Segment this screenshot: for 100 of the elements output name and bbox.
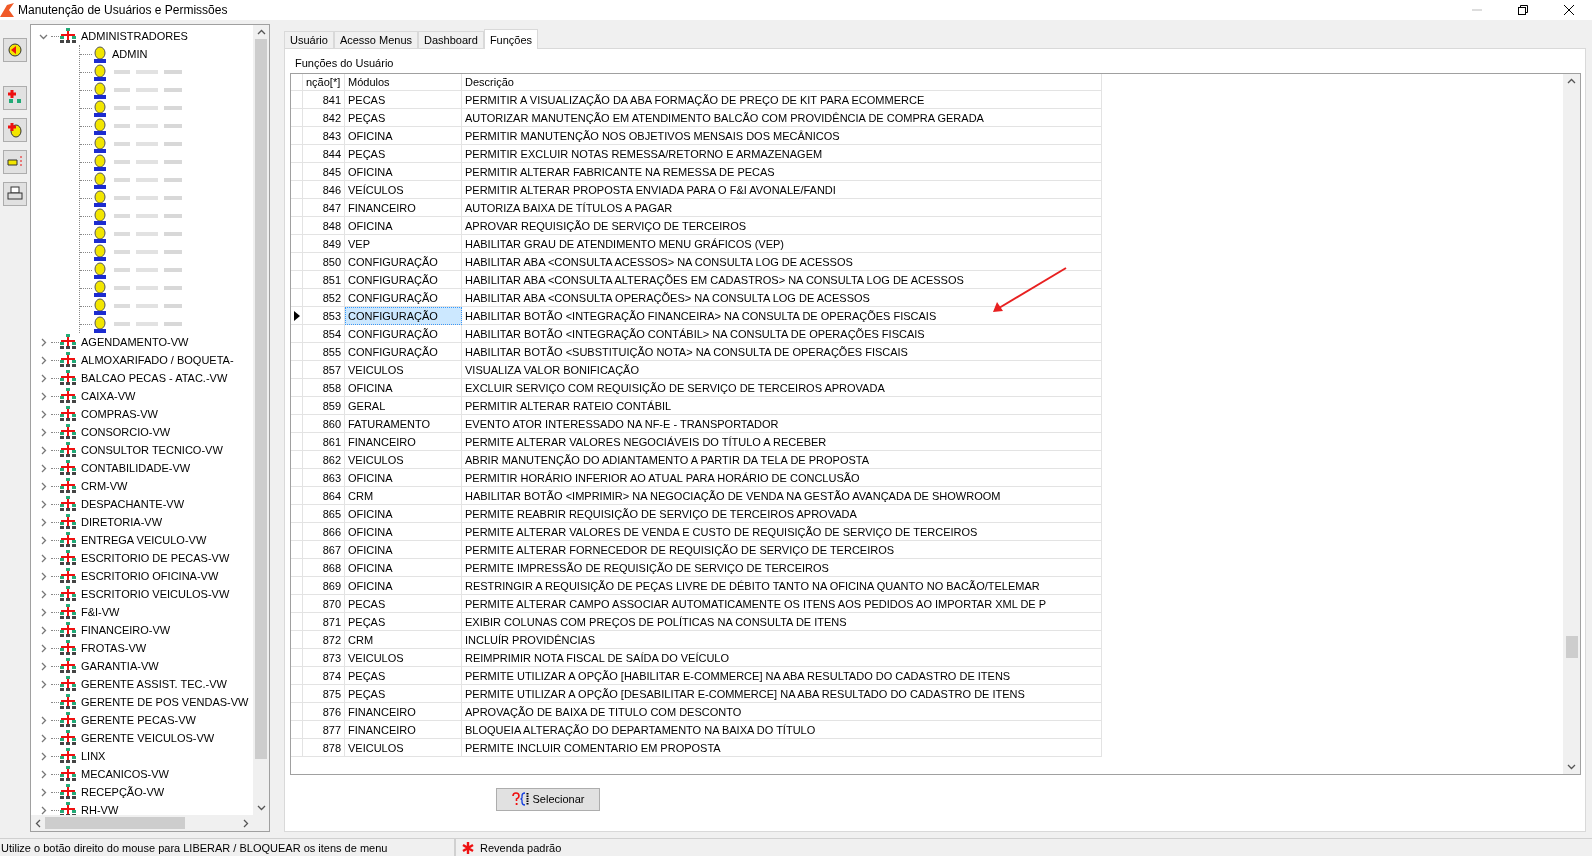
- horizontal-scrollbar[interactable]: [31, 815, 269, 831]
- table-cell: 846: [303, 181, 345, 199]
- group-name[interactable]: BALCAO PECAS - ATAC.-VW: [81, 372, 228, 384]
- table-cell[interactable]: OFICINA: [345, 505, 462, 523]
- group-name[interactable]: CAIXA-VW: [81, 390, 136, 402]
- scroll-down-icon[interactable]: [1567, 764, 1576, 770]
- table-cell[interactable]: CRM: [345, 487, 462, 505]
- table-cell[interactable]: PEÇAS: [345, 109, 462, 127]
- table-cell[interactable]: CONFIGURAÇÃO: [345, 253, 462, 271]
- table-cell[interactable]: OFICINA: [345, 577, 462, 595]
- table-cell[interactable]: OFICINA: [345, 217, 462, 235]
- group-name[interactable]: DESPACHANTE-VW: [81, 498, 185, 510]
- table-cell: 874: [303, 667, 345, 685]
- table-cell[interactable]: OFICINA: [345, 469, 462, 487]
- table-cell[interactable]: PECAS: [345, 91, 462, 109]
- group-name[interactable]: RH-VW: [81, 804, 119, 815]
- table-cell[interactable]: VEICULOS: [345, 361, 462, 379]
- group-name[interactable]: F&I-VW: [81, 606, 120, 618]
- group-name[interactable]: MECANICOS-VW: [81, 768, 169, 780]
- group-name[interactable]: ENTREGA VEICULO-VW: [81, 534, 207, 546]
- scroll-down-icon[interactable]: [256, 805, 266, 811]
- group-name[interactable]: GERENTE VEICULOS-VW: [81, 732, 215, 744]
- table-cell[interactable]: PEÇAS: [345, 145, 462, 163]
- user-tool-button[interactable]: [3, 38, 27, 62]
- print-button[interactable]: [3, 182, 27, 206]
- table-cell[interactable]: PEÇAS: [345, 667, 462, 685]
- table-cell[interactable]: VEÍCULOS: [345, 181, 462, 199]
- group-name[interactable]: ESCRITORIO OFICINA-VW: [81, 570, 219, 582]
- group-name[interactable]: GERENTE DE POS VENDAS-VW: [81, 696, 249, 708]
- scroll-up-icon[interactable]: [256, 29, 266, 35]
- group-name[interactable]: GERENTE PECAS-VW: [81, 714, 196, 726]
- table-cell[interactable]: FINANCEIRO: [345, 721, 462, 739]
- group-name[interactable]: GERENTE ASSIST. TEC.-VW: [81, 678, 227, 690]
- group-name[interactable]: CRM-VW: [81, 480, 128, 492]
- user-name[interactable]: ADMIN: [112, 48, 148, 60]
- table-cell[interactable]: OFICINA: [345, 127, 462, 145]
- group-name[interactable]: COMPRAS-VW: [81, 408, 158, 420]
- table-cell: 870: [303, 595, 345, 613]
- group-name[interactable]: CONSULTOR TECNICO-VW: [81, 444, 223, 456]
- column-header[interactable]: nção[*]: [303, 74, 345, 91]
- scroll-thumb[interactable]: [45, 817, 185, 829]
- group-name[interactable]: ESCRITORIO DE PECAS-VW: [81, 552, 230, 564]
- group-name[interactable]: ESCRITORIO VEICULOS-VW: [81, 588, 230, 600]
- select-button[interactable]: Selecionar: [496, 787, 600, 811]
- tab[interactable]: Acesso Menus: [333, 31, 419, 48]
- table-cell[interactable]: GERAL: [345, 397, 462, 415]
- scrollbar[interactable]: [253, 25, 269, 815]
- tab[interactable]: Dashboard: [418, 31, 484, 48]
- table-cell[interactable]: FINANCEIRO: [345, 433, 462, 451]
- group-name[interactable]: FROTAS-VW: [81, 642, 147, 654]
- table-cell: 858: [303, 379, 345, 397]
- table-cell[interactable]: OFICINA: [345, 163, 462, 181]
- table-cell[interactable]: VEICULOS: [345, 649, 462, 667]
- table-cell[interactable]: PECAS: [345, 595, 462, 613]
- table-cell: 876: [303, 703, 345, 721]
- table-cell[interactable]: FINANCEIRO: [345, 703, 462, 721]
- table-cell: AUTORIZAR MANUTENÇÃO EM ATENDIMENTO BALCÃO COM PROVIDÊNCIA DE COMPRA GERADA: [462, 109, 1102, 127]
- group-name[interactable]: CONTABILIDADE-VW: [81, 462, 191, 474]
- group-name[interactable]: RECEPÇÃO-VW: [81, 786, 165, 798]
- table-cell[interactable]: CONFIGURAÇÃO: [345, 343, 462, 361]
- group-name[interactable]: FINANCEIRO-VW: [81, 624, 171, 636]
- scroll-thumb[interactable]: [255, 39, 267, 759]
- group-name[interactable]: CONSORCIO-VW: [81, 426, 171, 438]
- table-cell[interactable]: OFICINA: [345, 379, 462, 397]
- group-name[interactable]: ADMINISTRADORES: [81, 30, 188, 42]
- scrollbar[interactable]: [1563, 74, 1580, 774]
- group-name[interactable]: GARANTIA-VW: [81, 660, 159, 672]
- table-cell[interactable]: FINANCEIRO: [345, 199, 462, 217]
- table-cell[interactable]: VEICULOS: [345, 739, 462, 757]
- add-group-button[interactable]: [3, 86, 27, 110]
- scroll-up-icon[interactable]: [1567, 78, 1576, 84]
- table-cell[interactable]: FATURAMENTO: [345, 415, 462, 433]
- table-cell[interactable]: CONFIGURAÇÃO: [345, 325, 462, 343]
- group-icon: [59, 514, 77, 530]
- group-name[interactable]: AGENDAMENTO-VW: [81, 336, 189, 348]
- scroll-left-icon[interactable]: [35, 818, 41, 828]
- table-cell[interactable]: OFICINA: [345, 523, 462, 541]
- table-cell[interactable]: PEÇAS: [345, 685, 462, 703]
- group-name[interactable]: LINX: [81, 750, 106, 762]
- table-cell[interactable]: PEÇAS: [345, 613, 462, 631]
- table-cell: 851: [303, 271, 345, 289]
- table-cell: 861: [303, 433, 345, 451]
- group-name[interactable]: DIRETORIA-VW: [81, 516, 163, 528]
- table-cell[interactable]: CRM: [345, 631, 462, 649]
- table-cell[interactable]: CONFIGURAÇÃO: [345, 307, 462, 325]
- add-user-button[interactable]: [3, 118, 27, 142]
- asterisk-icon: [462, 841, 474, 854]
- blurred-name-drawing: [114, 122, 184, 130]
- table-cell[interactable]: CONFIGURAÇÃO: [345, 271, 462, 289]
- column-header[interactable]: Descrição: [462, 74, 1102, 91]
- table-cell[interactable]: OFICINA: [345, 541, 462, 559]
- group-name[interactable]: ALMOXARIFADO / BOQUETA-: [81, 354, 234, 366]
- table-cell[interactable]: VEP: [345, 235, 462, 253]
- table-cell[interactable]: OFICINA: [345, 559, 462, 577]
- scroll-right-icon[interactable]: [243, 818, 249, 828]
- tab[interactable]: Usuário: [284, 31, 334, 48]
- table-cell[interactable]: VEICULOS: [345, 451, 462, 469]
- scroll-thumb[interactable]: [1565, 636, 1578, 658]
- tab[interactable]: Funções: [483, 29, 539, 49]
- column-header[interactable]: Módulos: [345, 74, 462, 91]
